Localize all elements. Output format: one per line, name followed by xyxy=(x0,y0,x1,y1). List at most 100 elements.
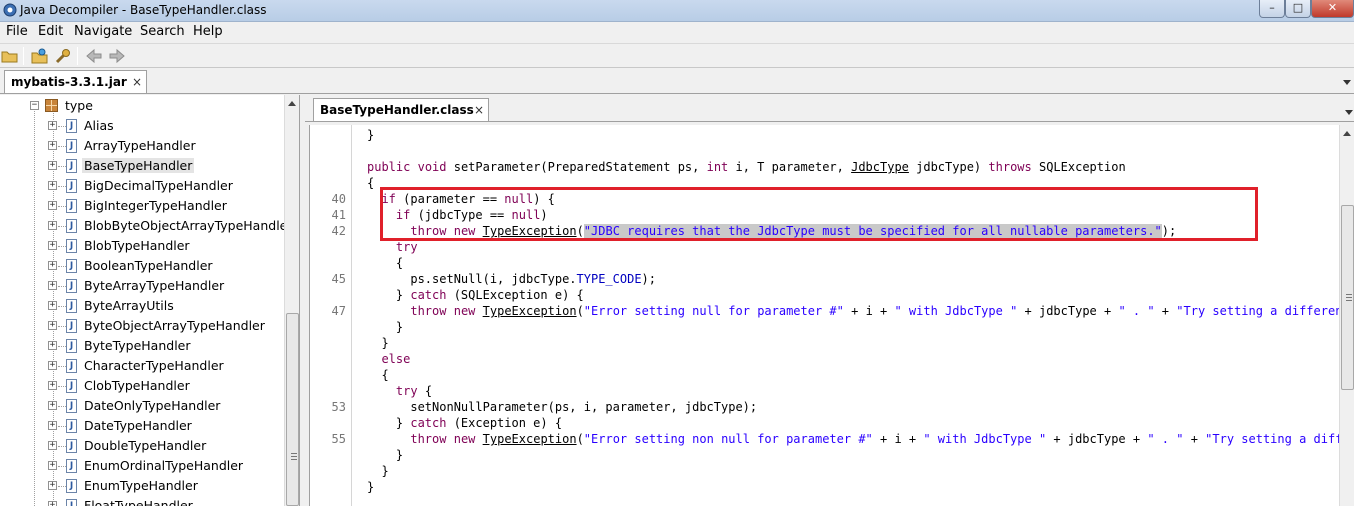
code-keyword: throw xyxy=(410,304,447,318)
expand-icon[interactable]: + xyxy=(48,121,57,130)
tree-node-package-type[interactable]: − type xyxy=(0,96,284,116)
tree-node-class[interactable]: + J BlobTypeHandler xyxy=(0,236,284,256)
tree-node-class[interactable]: + J DoubleTypeHandler xyxy=(0,436,284,456)
menu-edit[interactable]: Edit xyxy=(38,24,63,39)
tree-node-class[interactable]: + J DateOnlyTypeHandler xyxy=(0,396,284,416)
tree-node-class[interactable]: + J ByteArrayTypeHandler xyxy=(0,276,284,296)
tree-node-class[interactable]: + J FloatTypeHandler xyxy=(0,496,284,506)
collapse-icon[interactable]: − xyxy=(30,101,39,110)
expand-icon[interactable]: + xyxy=(48,161,57,170)
menu-search[interactable]: Search xyxy=(140,24,185,39)
open-folder-icon[interactable] xyxy=(1,48,19,64)
expand-icon[interactable]: + xyxy=(48,181,57,190)
line-number: 55 xyxy=(331,432,346,446)
expand-icon[interactable]: + xyxy=(48,441,57,450)
tree-node-label: BlobByteObjectArrayTypeHandler xyxy=(84,218,293,233)
tree-node-class[interactable]: + J ByteTypeHandler xyxy=(0,336,284,356)
expand-icon[interactable]: + xyxy=(48,201,57,210)
tree-guide-line xyxy=(58,446,66,447)
expand-icon[interactable]: + xyxy=(48,361,57,370)
tab-list-dropdown-icon[interactable] xyxy=(1345,110,1353,115)
tree-node-class[interactable]: + J BooleanTypeHandler xyxy=(0,256,284,276)
tree-node-class[interactable]: + J BigIntegerTypeHandler xyxy=(0,196,284,216)
tab-list-dropdown-icon[interactable] xyxy=(1343,80,1351,85)
expand-icon[interactable]: + xyxy=(48,221,57,230)
code-text: } xyxy=(367,480,375,494)
menu-help[interactable]: Help xyxy=(193,24,223,39)
menu-file[interactable]: File xyxy=(6,24,28,39)
tab-divider xyxy=(305,121,1354,122)
expand-icon[interactable]: + xyxy=(48,321,57,330)
close-tab-icon[interactable]: × xyxy=(474,103,484,117)
expand-icon[interactable]: + xyxy=(48,501,57,506)
tab-mybatis-jar[interactable]: mybatis-3.3.1.jar × xyxy=(4,70,147,93)
tree-guide-line xyxy=(58,426,66,427)
tree-node-class[interactable]: + J ByteArrayUtils xyxy=(0,296,284,316)
expand-icon[interactable]: + xyxy=(48,481,57,490)
code-string: " with JdbcType " xyxy=(894,304,1018,318)
window-title: Java Decompiler - BaseTypeHandler.class xyxy=(20,3,267,17)
close-tab-icon[interactable]: × xyxy=(132,75,142,89)
code-text: jdbcType) xyxy=(908,160,989,174)
code-type-link[interactable]: TypeException xyxy=(483,304,577,318)
code-type-link[interactable]: TypeException xyxy=(483,432,577,446)
minimize-button[interactable]: – xyxy=(1259,0,1285,18)
back-arrow-icon[interactable] xyxy=(85,48,103,64)
java-class-icon: J xyxy=(66,499,77,506)
expand-icon[interactable]: + xyxy=(48,401,57,410)
tree-node-class[interactable]: + J DateTypeHandler xyxy=(0,416,284,436)
tree-node-class[interactable]: + J EnumTypeHandler xyxy=(0,476,284,496)
tree-node-class[interactable]: + J BaseTypeHandler xyxy=(0,156,284,176)
tree-node-label: type xyxy=(65,98,93,113)
code-type-link[interactable]: JdbcType xyxy=(851,160,909,174)
tree-node-class[interactable]: + J EnumOrdinalTypeHandler xyxy=(0,456,284,476)
expand-icon[interactable]: + xyxy=(48,461,57,470)
scrollbar-thumb[interactable] xyxy=(1341,205,1354,390)
expand-icon[interactable]: + xyxy=(48,281,57,290)
expand-icon[interactable]: + xyxy=(48,241,57,250)
gear-icon[interactable] xyxy=(54,48,72,64)
tree-node-class[interactable]: + J Alias xyxy=(0,116,284,136)
tree-node-class[interactable]: + J BigDecimalTypeHandler xyxy=(0,176,284,196)
tree-node-label: FloatTypeHandler xyxy=(84,498,193,506)
expand-icon[interactable]: + xyxy=(48,261,57,270)
tree-node-class[interactable]: + J ByteObjectArrayTypeHandler xyxy=(0,316,284,336)
open-file-icon[interactable] xyxy=(31,48,49,64)
editor-panel: BaseTypeHandler.class × 40 41 42 45 47 53 55 }… xyxy=(305,95,1354,506)
expand-icon[interactable]: + xyxy=(48,381,57,390)
java-class-icon: J xyxy=(66,239,77,253)
code-keyword: throw xyxy=(410,432,447,446)
tree-node-class[interactable]: + J BlobByteObjectArrayTypeHandler xyxy=(0,216,293,236)
menu-navigate[interactable]: Navigate xyxy=(74,24,132,39)
code-keyword: new xyxy=(453,432,476,446)
maximize-button[interactable]: □ xyxy=(1285,0,1311,18)
tree-node-label: CharacterTypeHandler xyxy=(84,358,224,373)
java-class-icon: J xyxy=(66,159,77,173)
tree-scrollbar[interactable] xyxy=(284,95,299,506)
expand-icon[interactable]: + xyxy=(48,341,57,350)
grip-line xyxy=(1346,297,1352,298)
tree-node-class[interactable]: + J ArrayTypeHandler xyxy=(0,136,284,156)
code-scrollbar[interactable] xyxy=(1339,125,1354,506)
code-field: TYPE_CODE xyxy=(576,272,642,286)
tab-basetypehandler-class[interactable]: BaseTypeHandler.class × xyxy=(313,98,489,121)
close-window-button[interactable]: ✕ xyxy=(1311,0,1354,18)
tree-node-class[interactable]: + J CharacterTypeHandler xyxy=(0,356,284,376)
code-text: } xyxy=(367,448,404,462)
code-line: } xyxy=(367,336,388,350)
code-text: + xyxy=(1183,432,1206,446)
scroll-up-arrow-icon[interactable] xyxy=(1343,131,1351,136)
expand-icon[interactable]: + xyxy=(48,301,57,310)
grip-line xyxy=(291,459,297,460)
expand-icon[interactable]: + xyxy=(48,141,57,150)
source-code-view[interactable]: 40 41 42 45 47 53 55 } public void setParameter… xyxy=(309,125,1354,506)
scrollbar-thumb[interactable] xyxy=(286,313,299,506)
expand-icon[interactable]: + xyxy=(48,421,57,430)
line-number-gutter: 40 41 42 45 47 53 55 xyxy=(310,125,352,506)
tree-node-class[interactable]: + J ClobTypeHandler xyxy=(0,376,284,396)
forward-arrow-icon[interactable] xyxy=(108,48,126,64)
scroll-up-arrow-icon[interactable] xyxy=(288,101,296,106)
tree-node-label: ClobTypeHandler xyxy=(84,378,190,393)
